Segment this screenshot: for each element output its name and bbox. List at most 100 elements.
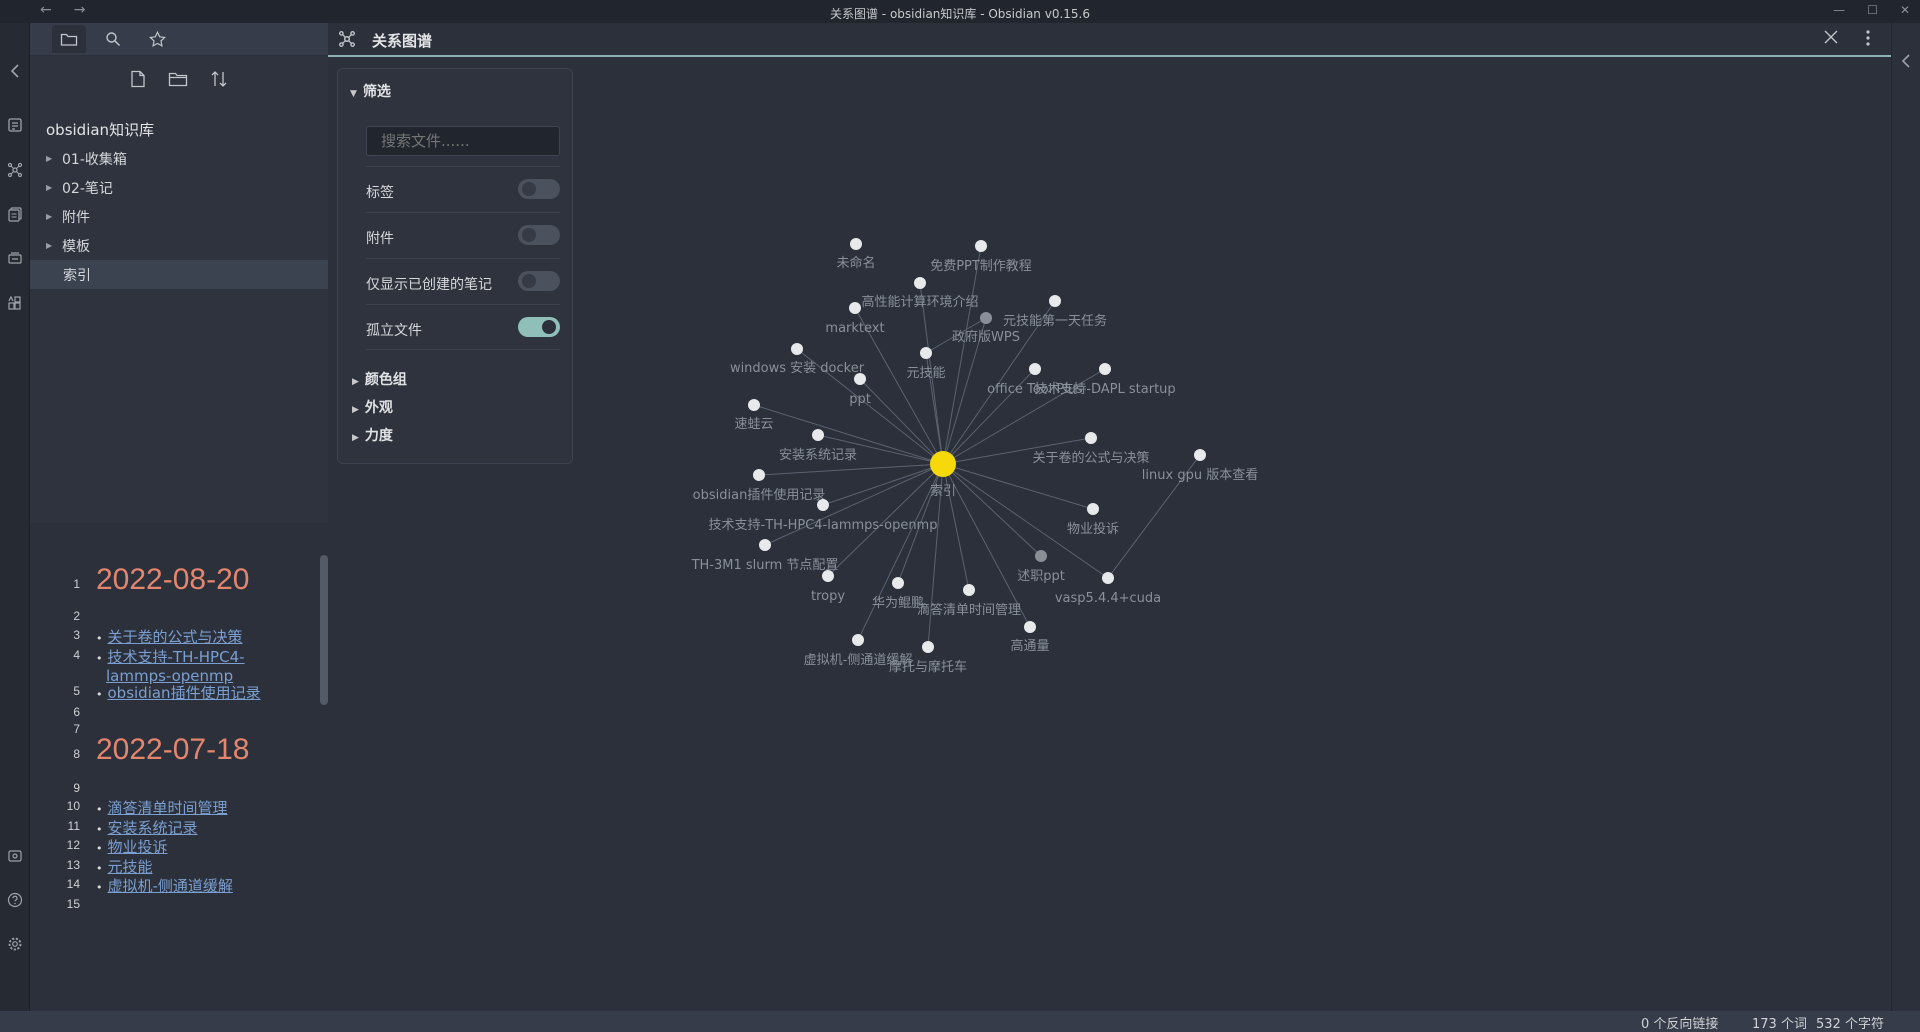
bullet: • <box>96 862 103 875</box>
backlinks-count[interactable]: 0 个反向链接 <box>1641 1013 1718 1032</box>
graph-node[interactable]: obsidian插件使用记录 <box>693 469 826 503</box>
collapse-left-sidebar-icon[interactable] <box>5 61 25 81</box>
editor-scrollbar[interactable] <box>320 555 328 705</box>
graph-node-current[interactable]: 索引 <box>930 451 956 499</box>
internal-link[interactable]: 滴答清单时间管理 <box>108 799 228 817</box>
graph-node[interactable]: 高通量 <box>1010 621 1050 654</box>
graph-node[interactable]: 未命名 <box>836 238 876 271</box>
tree-folder[interactable]: ▶ 01-收集箱 <box>30 144 328 173</box>
graph-node[interactable]: linux gpu 版本查看 <box>1142 449 1258 483</box>
graph-node-label: 摩托与摩托车 <box>889 659 967 675</box>
graph-node-dot[interactable] <box>1029 363 1041 375</box>
graph-node[interactable]: 元技能第一天任务 <box>1003 295 1107 329</box>
settings-gear-icon[interactable] <box>5 934 25 954</box>
internal-link[interactable]: 元技能 <box>108 858 153 876</box>
display-section-toggle[interactable]: ▶ 外观 <box>352 397 393 417</box>
graph-node[interactable]: 元技能 <box>906 347 946 381</box>
tree-folder[interactable]: ▶ 附件 <box>30 202 328 231</box>
graph-node-dot[interactable] <box>812 429 824 441</box>
graph-node[interactable]: 技术支持-DAPL startup <box>1034 363 1176 397</box>
graph-node-label: ppt <box>849 392 871 407</box>
graph-node-dot[interactable] <box>852 634 864 646</box>
filter-section-toggle[interactable]: ▼ 筛选 <box>350 81 391 101</box>
vault-switcher-icon[interactable] <box>5 846 25 866</box>
vault-name[interactable]: obsidian知识库 <box>30 113 328 144</box>
tags-toggle[interactable] <box>518 179 560 199</box>
graph-node-dot[interactable] <box>854 373 866 385</box>
tree-file-selected[interactable]: 索引 <box>30 260 328 289</box>
graph-node[interactable]: 述职ppt <box>1017 550 1065 584</box>
graph-node-dot[interactable] <box>1024 621 1036 633</box>
graph-node[interactable]: 安装系统记录 <box>779 429 857 463</box>
graph-node[interactable]: windows 安装 docker <box>730 343 865 376</box>
graph-node-dot[interactable] <box>980 312 992 324</box>
internal-link[interactable]: 安装系统记录 <box>108 819 198 837</box>
graph-node-dot[interactable] <box>791 343 803 355</box>
orphans-toggle[interactable] <box>518 317 560 337</box>
existing-notes-only-toggle[interactable] <box>518 271 560 291</box>
graph-node-dot[interactable] <box>1099 363 1111 375</box>
list-item: • 安装系统记录 <box>96 817 320 838</box>
graph-node-dot[interactable] <box>850 238 862 250</box>
graph-node-dot[interactable] <box>748 399 760 411</box>
internal-link[interactable]: 技术支持-TH-HPC4- <box>108 648 245 666</box>
internal-link[interactable]: obsidian插件使用记录 <box>108 684 261 702</box>
graph-node-dot[interactable] <box>822 570 834 582</box>
graph-node[interactable]: vasp5.4.4+cuda <box>1055 572 1161 606</box>
window-controls: — ☐ ✕ <box>1833 3 1910 17</box>
help-icon[interactable] <box>5 890 25 910</box>
graph-node-dot[interactable] <box>1102 572 1114 584</box>
forces-section-toggle[interactable]: ▶ 力度 <box>352 425 393 445</box>
new-note-button[interactable] <box>130 70 146 92</box>
graph-node[interactable]: 速蛙云 <box>734 399 774 432</box>
graph-node-dot[interactable] <box>922 641 934 653</box>
maximize-button[interactable]: ☐ <box>1867 3 1878 17</box>
graph-node-dot[interactable] <box>1035 550 1047 562</box>
internal-link[interactable]: 虚拟机-侧通道缓解 <box>108 877 233 895</box>
graph-node-dot[interactable] <box>1049 295 1061 307</box>
graph-node-dot[interactable] <box>849 302 861 314</box>
templates-icon[interactable] <box>5 204 25 224</box>
tree-folder[interactable]: ▶ 模板 <box>30 231 328 260</box>
graph-node-dot[interactable] <box>920 347 932 359</box>
graph-node-dot[interactable] <box>975 240 987 252</box>
tab-search[interactable] <box>96 25 130 53</box>
graph-node-dot[interactable] <box>759 539 771 551</box>
graph-node-dot[interactable] <box>892 577 904 589</box>
sort-button[interactable] <box>210 70 228 92</box>
quick-switcher-icon[interactable] <box>5 115 25 135</box>
expand-right-sidebar-icon[interactable] <box>1901 53 1911 72</box>
graph-node[interactable]: 技术支持-TH-HPC4-lammps-openmp <box>709 499 938 533</box>
tree-folder[interactable]: ▶ 02-笔记 <box>30 173 328 202</box>
graph-node-dot[interactable] <box>817 499 829 511</box>
file-search-input[interactable] <box>366 126 560 156</box>
minimize-button[interactable]: — <box>1833 3 1845 17</box>
graph-node[interactable]: ppt <box>849 373 871 407</box>
close-window-button[interactable]: ✕ <box>1900 3 1910 17</box>
plugins-icon[interactable] <box>5 293 25 313</box>
graph-node-dot[interactable] <box>1194 449 1206 461</box>
graph-node[interactable]: 关于卷的公式与决策 <box>1032 432 1150 466</box>
attachments-toggle[interactable] <box>518 225 560 245</box>
internal-link[interactable]: 关于卷的公式与决策 <box>108 628 243 646</box>
graph-node-dot[interactable] <box>914 277 926 289</box>
internal-link[interactable]: 物业投诉 <box>108 838 168 856</box>
new-folder-button[interactable] <box>168 71 188 91</box>
graph-node[interactable]: 免费PPT制作教程 <box>930 240 1032 274</box>
note-editor[interactable]: 1 2022-08-20 2 3 • 关于卷的公式与决策 4 • 技术支持-TH-HPC4- la… <box>30 523 328 1011</box>
graph-node[interactable]: 物业投诉 <box>1067 503 1119 537</box>
graph-node-dot[interactable] <box>753 469 765 481</box>
graph-node-dot[interactable] <box>963 584 975 596</box>
tab-file-explorer[interactable] <box>52 25 86 53</box>
graph-node[interactable]: tropy <box>811 570 845 604</box>
graph-node-dot[interactable] <box>1085 432 1097 444</box>
tab-starred[interactable] <box>140 25 174 53</box>
current-note-dot[interactable] <box>930 451 956 477</box>
graph-node-dot[interactable] <box>1087 503 1099 515</box>
file-explorer-actions <box>30 55 328 105</box>
graph-node[interactable]: 高性能计算环境介绍 <box>861 277 979 310</box>
graph-node[interactable]: TH-3M1 slurm 节点配置 <box>691 539 839 573</box>
slides-icon[interactable] <box>5 248 25 268</box>
graph-view-icon[interactable] <box>5 160 25 180</box>
groups-section-toggle[interactable]: ▶ 颜色组 <box>352 369 407 389</box>
